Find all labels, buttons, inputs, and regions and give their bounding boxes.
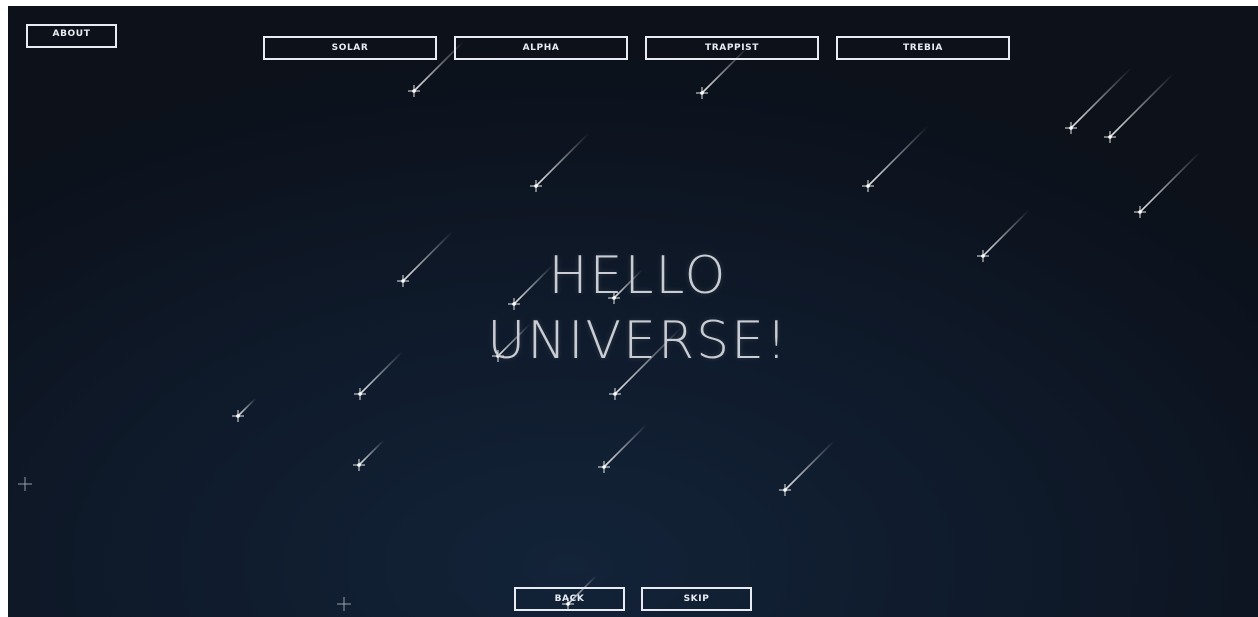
- shooting-star-icon: [867, 125, 929, 187]
- star-core: [358, 392, 362, 396]
- hero-title-line1: HELLO: [548, 246, 728, 306]
- shooting-star-icon: [784, 439, 836, 491]
- sparkle-icon: [530, 180, 542, 192]
- shooting-star-icon: [1109, 72, 1175, 138]
- back-button[interactable]: BACK: [514, 587, 625, 611]
- star-core: [783, 488, 787, 492]
- star-core: [1108, 135, 1112, 139]
- sparkle-icon: [408, 85, 420, 97]
- star-core: [866, 184, 870, 188]
- sparkle-icon: [862, 180, 874, 192]
- star-core: [357, 463, 361, 467]
- sparkle-icon: [779, 484, 791, 496]
- nav-solar-button[interactable]: SOLAR: [263, 36, 437, 60]
- hero-title-line2: UNIVERSE!: [487, 311, 789, 371]
- nav-alpha-button[interactable]: ALPHA: [454, 36, 628, 60]
- space-scene: ABOUT SOLAR ALPHA TRAPPIST TREBIA HELLO …: [8, 6, 1258, 617]
- shooting-star-icon: [535, 132, 590, 187]
- about-button[interactable]: ABOUT: [26, 24, 117, 48]
- sparkle-icon: [1104, 131, 1116, 143]
- star-core: [700, 91, 704, 95]
- star-core: [602, 465, 606, 469]
- star-core: [1069, 126, 1073, 130]
- nav-trappist-button[interactable]: TRAPPIST: [645, 36, 819, 60]
- sparkle-icon: [1065, 122, 1077, 134]
- sparkle-icon: [337, 597, 351, 611]
- shooting-star-icon: [358, 439, 385, 466]
- star-core: [412, 89, 416, 93]
- star-core: [534, 184, 538, 188]
- sparkle-icon: [354, 388, 366, 400]
- shooting-star-icon: [603, 423, 648, 468]
- star-core: [1138, 210, 1142, 214]
- skip-button[interactable]: SKIP: [641, 587, 752, 611]
- shooting-star-icon: [237, 397, 257, 417]
- star-core: [236, 414, 240, 418]
- sparkle-icon: [1134, 206, 1146, 218]
- sparkle-icon: [696, 87, 708, 99]
- nav-trebia-button[interactable]: TREBIA: [836, 36, 1010, 60]
- sparkle-icon: [232, 410, 244, 422]
- shooting-star-icon: [1139, 151, 1201, 213]
- shooting-star-icon: [1070, 67, 1132, 129]
- sparkle-icon: [598, 461, 610, 473]
- sparkle-icon: [353, 459, 365, 471]
- sparkle-icon: [609, 388, 621, 400]
- star-core: [613, 392, 617, 396]
- sparkle-icon: [18, 477, 32, 491]
